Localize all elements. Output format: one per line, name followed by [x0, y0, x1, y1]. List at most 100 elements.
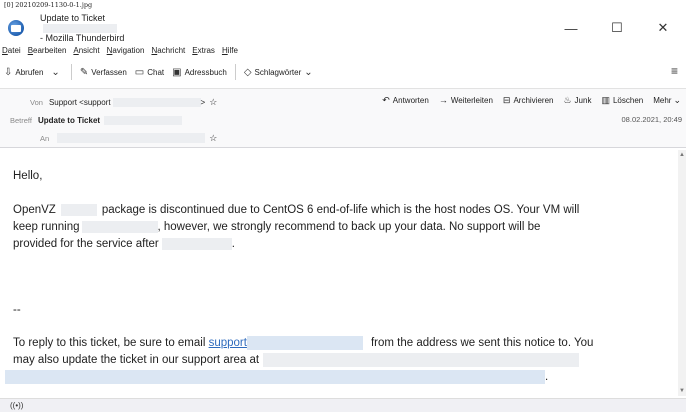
subject-value: Update to Ticket: [37, 115, 101, 125]
support-email-link[interactable]: support: [209, 337, 247, 349]
body-text: from the address we sent this notice to.…: [370, 337, 594, 349]
body-line-1: OpenVZ package is discontinued due to Cen…: [13, 202, 579, 219]
get-mail-button[interactable]: ⇩ Abrufen: [0, 62, 47, 82]
menu-datei[interactable]: Datei: [2, 46, 21, 55]
thunderbird-logo-icon: [8, 20, 24, 36]
forward-button[interactable]: → Weiterleiten: [434, 91, 498, 109]
reply-label: Antworten: [392, 95, 429, 105]
menu-hilfe[interactable]: Hilfe: [222, 46, 238, 55]
redacted-link: [5, 369, 545, 384]
message-date: 08.02.2021, 20:49: [621, 115, 682, 124]
reply-icon: ↶: [382, 94, 390, 105]
from-close-bracket: >: [200, 97, 206, 107]
to-label: An: [40, 133, 50, 143]
toolbar-divider: [70, 64, 72, 80]
body-line-2: keep running , however, we strongly recom…: [13, 219, 540, 236]
redacted-date: [161, 237, 232, 250]
redacted-ticket-id: [43, 24, 118, 34]
body-line-5: may also update the ticket in our suppor…: [13, 352, 580, 369]
body-text: .: [545, 371, 549, 383]
archive-icon: ⊟: [502, 94, 511, 105]
chat-label: Chat: [147, 67, 165, 77]
main-toolbar: ⇩ Abrufen ⌄ ✎ Verfassen ▭ Chat ▣ Adressb…: [0, 60, 686, 84]
archive-label: Archivieren: [513, 95, 554, 105]
junk-button[interactable]: ♨ Junk: [558, 91, 596, 109]
redacted-date: [81, 220, 158, 233]
message-body: Hello, OpenVZ package is discontinued due…: [0, 150, 678, 396]
from-value[interactable]: Support <support: [49, 98, 111, 107]
subject-row: Betreff Update to Ticket: [10, 111, 183, 129]
menu-bar: Datei Bearbeiten Ansicht Navigation Nach…: [0, 42, 686, 58]
from-row: Von Support <support > ☆: [30, 93, 217, 111]
redacted-recipient: [57, 133, 206, 143]
window-controls: — ☐ ✕: [548, 14, 686, 42]
menu-navigation[interactable]: Navigation: [107, 46, 145, 55]
chevron-down-icon: ⌄: [51, 66, 60, 78]
get-mail-icon: ⇩: [4, 66, 13, 78]
message-header: Von Support <support > ☆ ↶ Antworten → W…: [0, 88, 686, 148]
menu-extras[interactable]: Extras: [192, 46, 215, 55]
star-icon[interactable]: ☆: [209, 97, 217, 108]
get-mail-label: Abrufen: [15, 67, 44, 77]
minimize-button[interactable]: —: [548, 14, 594, 42]
subject-label: Betreff: [10, 115, 32, 125]
chat-button[interactable]: ▭ Chat: [131, 62, 168, 82]
scroll-down-icon[interactable]: ▼: [678, 388, 686, 394]
forward-label: Weiterleiten: [450, 95, 493, 105]
reply-button[interactable]: ↶ Antworten: [377, 91, 434, 109]
title-bar: Update to Ticket - Mozilla Thunderbird —…: [0, 13, 686, 43]
body-text: provided for the service after: [13, 238, 159, 250]
forward-icon: →: [438, 95, 448, 105]
body-text: .: [231, 238, 235, 250]
maximize-button[interactable]: ☐: [594, 14, 640, 42]
chevron-down-icon: ⌄: [304, 66, 313, 78]
pencil-icon: ✎: [79, 66, 89, 78]
signature-separator: --: [13, 304, 21, 316]
body-text: , however, we strongly recommend to back…: [157, 221, 541, 233]
vertical-scrollbar[interactable]: ▲ ▼: [678, 150, 686, 396]
body-text: OpenVZ: [13, 204, 56, 216]
status-bar: ((•)): [0, 398, 686, 412]
scroll-up-icon[interactable]: ▲: [678, 152, 686, 158]
address-book-icon: ▣: [172, 66, 182, 78]
address-book-label: Adressbuch: [184, 67, 227, 77]
compose-button[interactable]: ✎ Verfassen: [76, 62, 131, 82]
hamburger-icon[interactable]: ≡: [671, 64, 678, 78]
get-mail-dropdown-button[interactable]: ⌄: [47, 62, 66, 82]
redacted-email: [246, 335, 363, 350]
redacted-ticket-id: [104, 115, 183, 125]
star-icon[interactable]: ☆: [209, 133, 217, 144]
menu-ansicht[interactable]: Ansicht: [73, 46, 99, 55]
greeting: Hello,: [13, 170, 43, 182]
flame-icon: ♨: [563, 94, 572, 105]
body-text: To reply to this ticket, be sure to emai…: [13, 337, 206, 349]
tags-label: Schlagwörter: [254, 67, 302, 77]
body-line-4: To reply to this ticket, be sure to emai…: [13, 335, 593, 352]
compose-label: Verfassen: [91, 67, 127, 77]
delete-button[interactable]: ▥ Löschen: [596, 91, 648, 109]
menu-bearbeiten[interactable]: Bearbeiten: [28, 46, 67, 55]
redacted-url: [263, 352, 580, 367]
delete-label: Löschen: [612, 95, 644, 105]
body-text: package is discontinued due to CentOS 6 …: [101, 204, 580, 216]
chevron-down-icon: ⌄: [673, 94, 681, 105]
archive-button[interactable]: ⊟ Archivieren: [498, 91, 559, 109]
menu-nachricht[interactable]: Nachricht: [151, 46, 185, 55]
more-button[interactable]: Mehr ⌄: [648, 91, 686, 109]
to-row: An ☆: [40, 129, 217, 147]
message-actions: ↶ Antworten → Weiterleiten ⊟ Archivieren…: [377, 89, 686, 111]
redacted-sender: [112, 97, 201, 107]
address-book-button[interactable]: ▣ Adressbuch: [168, 62, 231, 82]
activity-icon: ((•)): [10, 401, 24, 410]
body-line-3: provided for the service after.: [13, 236, 235, 253]
redacted-package: [60, 203, 97, 216]
tag-icon: ◇: [243, 66, 252, 78]
close-button[interactable]: ✕: [640, 14, 686, 42]
from-label: Von: [30, 97, 43, 107]
tags-button[interactable]: ◇ Schlagwörter ⌄: [240, 62, 317, 82]
junk-label: Junk: [574, 95, 592, 105]
body-line-6: .: [5, 369, 548, 386]
more-label: Mehr: [653, 95, 672, 105]
body-text: keep running: [13, 221, 80, 233]
toolbar-divider: [234, 64, 236, 80]
